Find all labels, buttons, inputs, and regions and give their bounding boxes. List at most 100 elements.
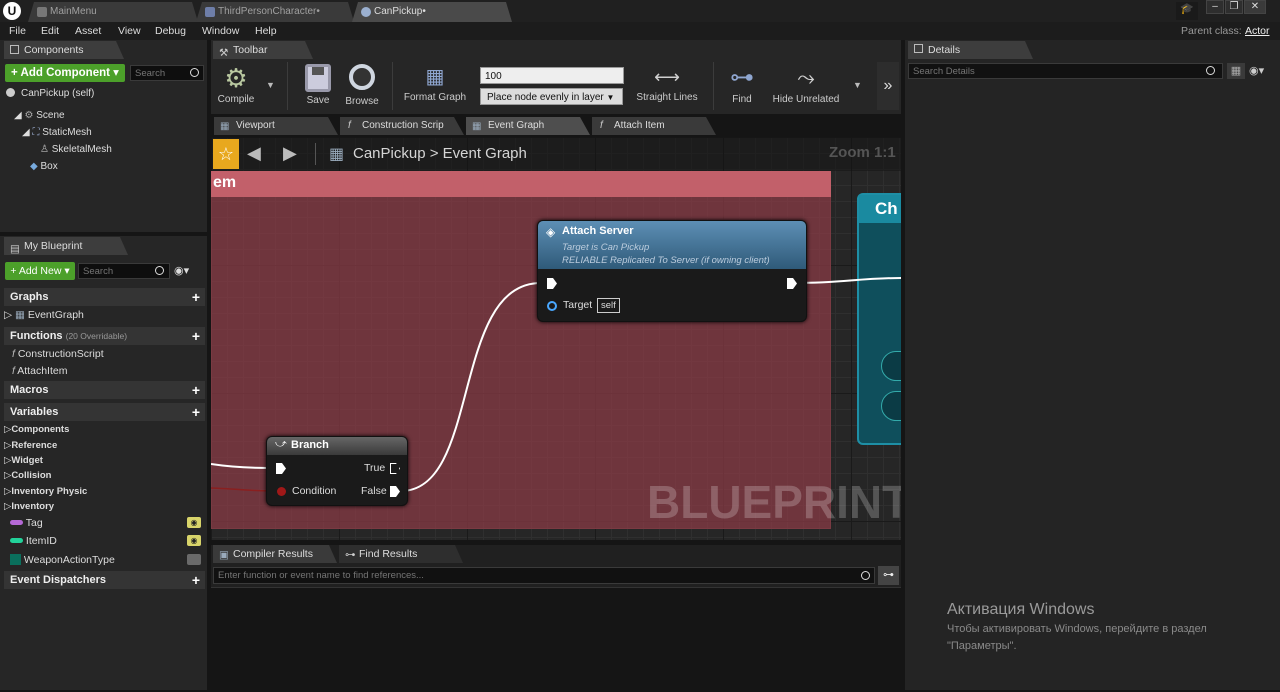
tree-item-staticmesh[interactable]: ◢ ⛶ StaticMesh bbox=[22, 127, 92, 138]
format-graph-icon: ▦ bbox=[425, 66, 445, 88]
function-item-constructionscript[interactable]: f ConstructionScript bbox=[12, 348, 104, 360]
variable-item-weaponactiontype[interactable]: WeaponActionType bbox=[10, 554, 115, 566]
variable-category-widget[interactable]: ▷Widget bbox=[4, 455, 43, 466]
section-graphs[interactable]: Graphs + bbox=[4, 288, 205, 306]
tree-item-skeletalmesh[interactable]: ♙ SkeletalMesh bbox=[40, 144, 112, 155]
hide-unrelated-button[interactable]: ⤳ Hide Unrelated bbox=[768, 62, 844, 105]
variable-category-components[interactable]: ▷Components bbox=[4, 424, 69, 435]
toolbar-tab[interactable]: ⚒ Toolbar bbox=[213, 41, 313, 59]
compile-button[interactable]: ⚙ Compile bbox=[214, 62, 258, 105]
tree-item-scene[interactable]: ◢ ⚙ Scene bbox=[14, 110, 65, 121]
self-item[interactable]: CanPickup (self) bbox=[6, 88, 94, 99]
section-variables[interactable]: Variables + bbox=[4, 403, 205, 421]
tab-viewport[interactable]: ▦ Viewport bbox=[214, 117, 338, 135]
menu-help[interactable]: Help bbox=[255, 25, 277, 37]
details-search-input[interactable] bbox=[908, 63, 1223, 79]
format-graph-button[interactable]: ▦ Format Graph bbox=[402, 62, 468, 103]
exec-out-pin[interactable] bbox=[787, 278, 797, 289]
variable-category-collision[interactable]: ▷Collision bbox=[4, 470, 51, 481]
details-tab[interactable]: Details bbox=[908, 41, 1033, 59]
unreal-logo-icon[interactable]: U bbox=[3, 2, 21, 20]
target-self-field[interactable]: self bbox=[597, 298, 620, 313]
tab-attach-item[interactable]: f Attach Item bbox=[592, 117, 716, 135]
section-macros[interactable]: Macros + bbox=[4, 381, 205, 399]
close-button[interactable]: ✕ bbox=[1244, 0, 1266, 14]
menu-file[interactable]: File bbox=[9, 25, 26, 37]
visibility-eye-icon[interactable]: ◉ bbox=[187, 535, 201, 546]
graph-icon: ▦ bbox=[472, 121, 482, 132]
parent-class-link[interactable]: Actor bbox=[1245, 25, 1270, 37]
node-spacing-input[interactable]: 100 bbox=[480, 67, 624, 84]
event-diamond-icon: ◈ bbox=[546, 225, 556, 239]
add-new-button[interactable]: + Add New ▾ bbox=[5, 262, 75, 280]
hide-unrelated-chevron-icon[interactable]: ▼ bbox=[853, 80, 862, 90]
add-component-button[interactable]: + Add Component ▾ bbox=[5, 64, 125, 82]
parent-class-label: Parent class: bbox=[1181, 25, 1242, 37]
find-references-input[interactable] bbox=[213, 567, 875, 584]
target-pin-icon[interactable] bbox=[547, 301, 557, 311]
menu-asset[interactable]: Asset bbox=[75, 25, 101, 37]
layout-mode-dropdown[interactable]: Place node evenly in layer ▼ bbox=[480, 88, 623, 105]
section-event-dispatchers[interactable]: Event Dispatchers + bbox=[4, 571, 205, 589]
doc-tab-mainmenu[interactable]: MainMenu bbox=[28, 2, 198, 22]
function-icon: f bbox=[12, 365, 15, 377]
doc-tab-canpickup[interactable]: CanPickup• bbox=[352, 2, 512, 22]
eye-icon[interactable]: ◉▾ bbox=[174, 264, 189, 277]
save-button[interactable]: Save bbox=[300, 62, 336, 106]
variable-item-itemid[interactable]: ItemID bbox=[10, 535, 57, 547]
activation-title: Активация Windows bbox=[947, 601, 1095, 618]
minimize-button[interactable]: – bbox=[1206, 0, 1224, 14]
visibility-eye-icon[interactable]: ◉ bbox=[187, 517, 201, 528]
branch-node[interactable]: ⤻ Branch True Condition False bbox=[266, 436, 408, 506]
graph-item-eventgraph[interactable]: ▷ ▦ EventGraph bbox=[4, 309, 84, 321]
property-matrix-icon[interactable]: ▦ bbox=[1227, 63, 1245, 79]
maximize-button[interactable]: ❐ bbox=[1225, 0, 1243, 14]
add-function-button[interactable]: + bbox=[192, 327, 200, 345]
components-tab[interactable]: Components bbox=[4, 41, 124, 59]
menu-edit[interactable]: Edit bbox=[41, 25, 59, 37]
variable-category-reference[interactable]: ▷Reference bbox=[4, 440, 57, 451]
exec-in-pin[interactable] bbox=[547, 278, 557, 289]
visibility-eye-icon[interactable]: ◉▾ bbox=[1249, 64, 1264, 77]
graph-canvas[interactable]: em BLUEPRINT ☆ ◀ ▶ ▦ CanPickup > Event G… bbox=[211, 137, 901, 540]
menu-window[interactable]: Window bbox=[202, 25, 239, 37]
find-in-all-blueprints-button[interactable]: ⊶ bbox=[878, 566, 899, 585]
function-icon: f bbox=[600, 120, 603, 131]
function-item-attachitem[interactable]: f AttachItem bbox=[12, 365, 67, 377]
toolbar-overflow-icon[interactable]: » bbox=[877, 62, 899, 110]
tab-find-results[interactable]: ⊶ Find Results bbox=[339, 545, 463, 563]
true-exec-pin[interactable] bbox=[390, 463, 400, 474]
results-panel: ▣Compiler Results ⊶Find Results ⊶ bbox=[211, 545, 901, 687]
attach-server-node[interactable]: ◈ Attach Server Target is Can Pickup REL… bbox=[537, 220, 807, 322]
menu-view[interactable]: View bbox=[118, 25, 141, 37]
variable-type-pill-icon bbox=[10, 538, 23, 543]
add-macro-button[interactable]: + bbox=[192, 381, 200, 399]
menu-debug[interactable]: Debug bbox=[155, 25, 186, 37]
add-dispatcher-button[interactable]: + bbox=[192, 571, 200, 589]
exec-in-pin[interactable] bbox=[276, 463, 286, 474]
notification-hat-icon[interactable]: 🎓 bbox=[1176, 2, 1198, 20]
variable-item-tag[interactable]: Tag bbox=[10, 517, 43, 529]
false-exec-pin[interactable] bbox=[390, 486, 400, 497]
add-variable-button[interactable]: + bbox=[192, 403, 200, 421]
my-blueprint-panel: ▤My Blueprint + Add New ▾ ◉▾ Graphs+ ▷ ▦… bbox=[0, 236, 207, 690]
find-button[interactable]: ⊶ Find bbox=[722, 62, 762, 105]
doc-tab-thirdpersoncharacter[interactable]: ThirdPersonCharacter• bbox=[196, 2, 354, 22]
tab-event-graph[interactable]: ▦ Event Graph bbox=[466, 117, 590, 135]
compile-options-chevron-icon[interactable]: ▼ bbox=[266, 80, 275, 90]
tab-construction-script[interactable]: f Construction Scrip bbox=[340, 117, 464, 135]
blueprint-icon bbox=[361, 7, 371, 17]
my-blueprint-tab[interactable]: ▤ My Blueprint bbox=[4, 237, 128, 255]
tab-compiler-results[interactable]: ▣ Compiler Results bbox=[213, 545, 337, 563]
visibility-eye-icon[interactable] bbox=[187, 554, 201, 565]
tree-item-box[interactable]: ◆ Box bbox=[30, 161, 58, 172]
straight-lines-button[interactable]: ⟷ Straight Lines bbox=[632, 62, 702, 103]
variable-category-inventory[interactable]: ▷Inventory bbox=[4, 501, 54, 512]
condition-pin-icon[interactable] bbox=[277, 487, 286, 496]
title-bar: U MainMenu ThirdPersonCharacter• CanPick… bbox=[0, 0, 1280, 22]
variable-category-inventory-physic[interactable]: ▷Inventory Physic bbox=[4, 486, 87, 497]
add-graph-button[interactable]: + bbox=[192, 288, 200, 306]
function-icon: f bbox=[348, 120, 351, 131]
browse-button[interactable]: Browse bbox=[340, 62, 384, 107]
section-functions[interactable]: Functions (20 Overridable) + bbox=[4, 327, 205, 345]
